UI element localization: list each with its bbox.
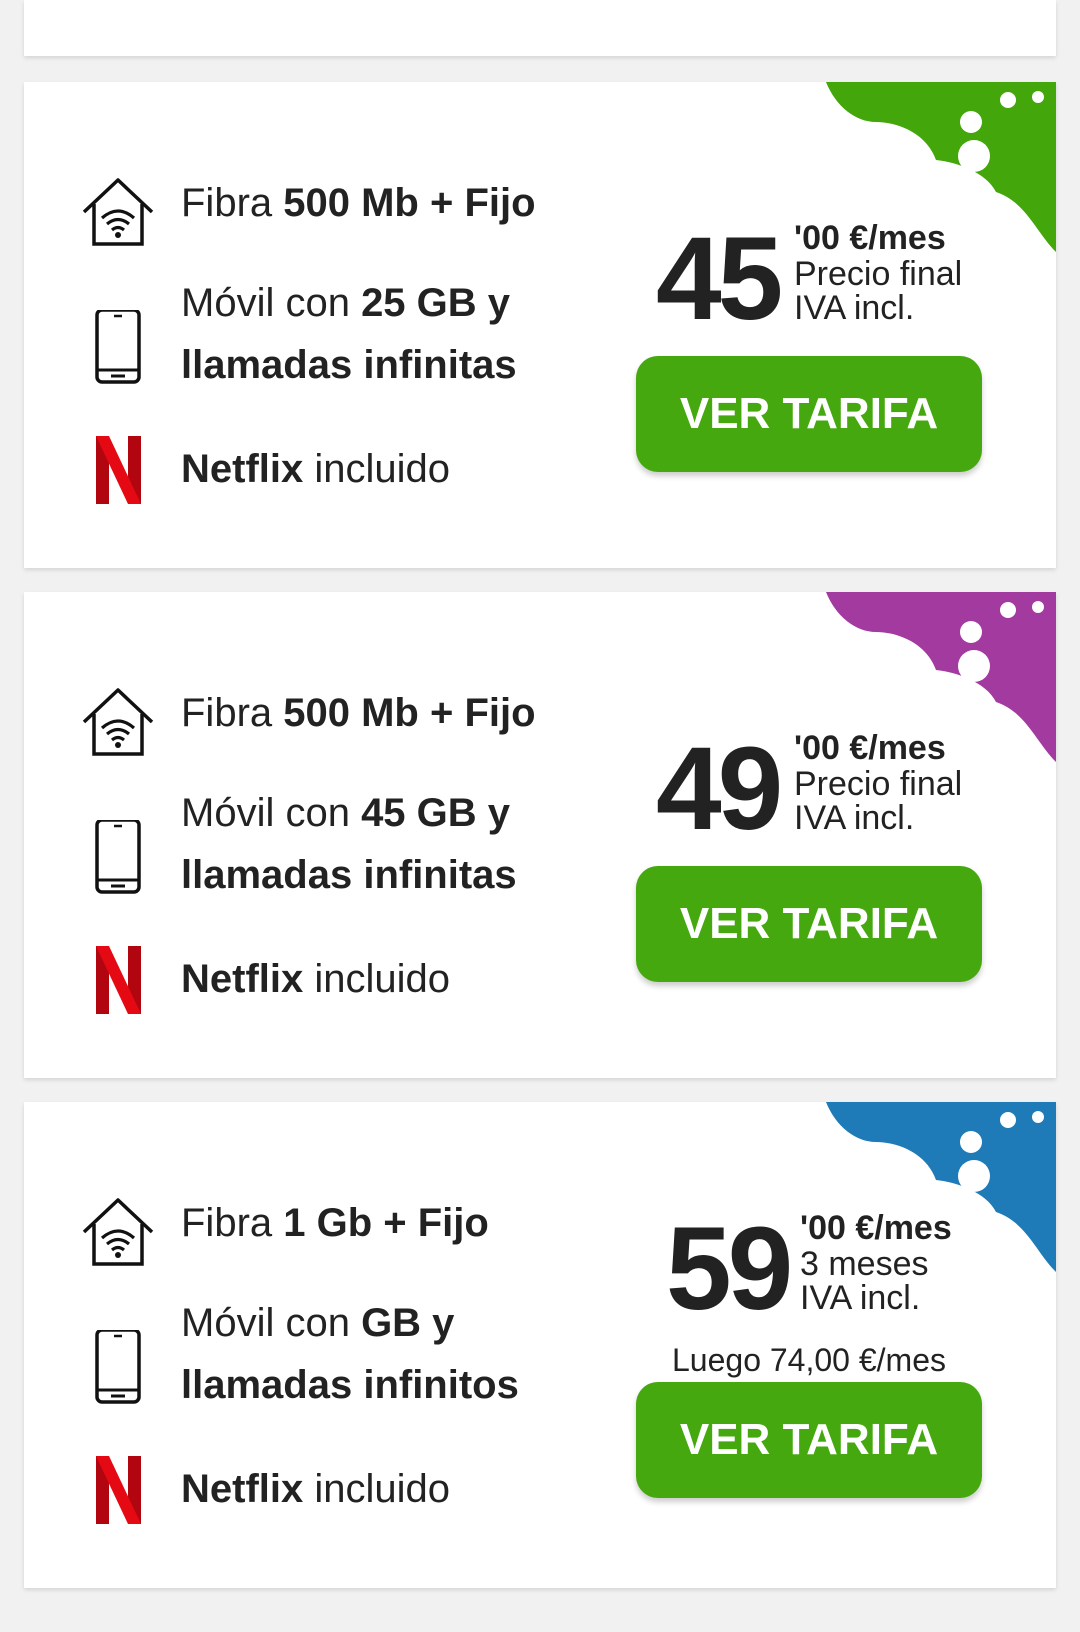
netflix-text: Netflix incluido [181,1467,451,1511]
netflix-text: Netflix incluido [181,957,451,1001]
previous-card-bottom [24,0,1056,56]
netflix-logo-icon [80,1452,156,1528]
price-cents: '00 €/mes [794,729,946,767]
price-block: 59 '00 €/mes 3 meses IVA incl. [666,1209,1046,1328]
price-block: 45 '00 €/mes Precio final IVA incl. [656,219,1036,338]
ver-tarifa-button[interactable]: VER TARIFA [636,866,982,982]
price-note: Precio final [794,255,963,293]
home-wifi-icon [80,174,156,250]
price-note: Precio final [794,765,963,803]
price-tax-note: IVA incl. [794,289,915,327]
smartphone-icon [80,1328,156,1406]
home-wifi-icon [80,684,156,760]
smartphone-icon [80,308,156,386]
offer-card: Fibra 500 Mb + Fijo Móvil con 45 GB y lla… [24,592,1056,1078]
price-whole: 49 [656,723,783,855]
fibra-text: Fibra 500 Mb + Fijo [181,691,536,735]
netflix-logo-icon [80,432,156,508]
ver-tarifa-button[interactable]: VER TARIFA [636,1382,982,1498]
price-note: 3 meses [800,1245,929,1283]
price-cents: '00 €/mes [794,219,946,257]
smartphone-icon [80,818,156,896]
price-tax-note: IVA incl. [800,1279,921,1317]
price-tax-note: IVA incl. [794,799,915,837]
ver-tarifa-button[interactable]: VER TARIFA [636,356,982,472]
movil-text: Móvil con GB y llamadas infinitos [181,1301,519,1407]
netflix-logo-icon [80,942,156,1018]
movil-text: Móvil con 45 GB y llamadas infinitas [181,791,517,897]
offer-card: Fibra 1 Gb + Fijo Móvil con GB y llamadas… [24,1102,1056,1588]
movil-text: Móvil con 25 GB y llamadas infinitas [181,281,517,387]
price-whole: 59 [666,1203,793,1335]
price-cents: '00 €/mes [800,1209,952,1247]
after-price-note: Luego 74,00 €/mes [672,1342,946,1378]
home-wifi-icon [80,1194,156,1270]
netflix-text: Netflix incluido [181,447,451,491]
offer-card: Fibra 500 Mb + Fijo Móvil con 25 GB y lla… [24,82,1056,568]
price-whole: 45 [656,213,783,345]
fibra-text: Fibra 1 Gb + Fijo [181,1201,489,1245]
price-block: 49 '00 €/mes Precio final IVA incl. [656,729,1036,848]
fibra-text: Fibra 500 Mb + Fijo [181,181,536,225]
